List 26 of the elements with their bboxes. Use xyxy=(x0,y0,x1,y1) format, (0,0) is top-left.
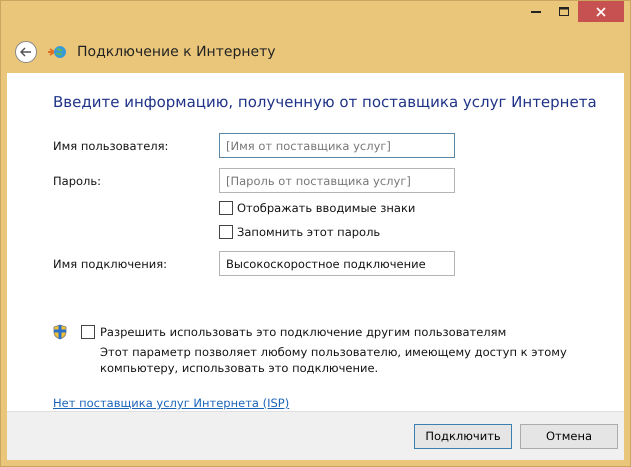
minimize-icon xyxy=(531,10,541,13)
checkbox-label: Отображать вводимые знаки xyxy=(237,201,416,215)
input-field[interactable]: [Пароль от поставщика услуг] xyxy=(219,168,455,193)
checkbox[interactable] xyxy=(219,201,233,215)
checkbox-label: Разрешить использовать это подключение другим пользователям xyxy=(100,325,506,339)
checkbox-label: Запомнить этот пароль xyxy=(237,225,380,239)
back-arrow-icon xyxy=(20,47,32,57)
back-button[interactable] xyxy=(15,41,37,63)
maximize-icon xyxy=(559,7,569,16)
input-field[interactable]: [Имя от поставщика услуг] xyxy=(219,133,455,158)
close-icon xyxy=(596,6,606,16)
option-description: Этот параметр позволяет любому пользователю, имеющему доступ к этому компьютеру, использовать это подключение. xyxy=(100,344,568,376)
dialog-button[interactable]: Отмена xyxy=(520,424,618,448)
shield-icon xyxy=(53,324,67,340)
globe-icon xyxy=(47,44,67,60)
input-field[interactable]: Высокоскоростное подключение xyxy=(219,251,455,276)
instruction-heading: Введите информацию, полученную от поставщика услуг Интернета xyxy=(53,93,598,111)
checkbox[interactable] xyxy=(81,325,95,339)
field-label: Пароль: xyxy=(53,174,102,188)
dialog-button[interactable]: Подключить xyxy=(414,424,512,448)
field-label: Имя подключения: xyxy=(53,256,168,270)
close-button[interactable] xyxy=(578,1,624,22)
field-label: Имя пользователя: xyxy=(53,138,170,152)
checkbox[interactable] xyxy=(219,225,233,239)
window-title: Подключение к Интернету xyxy=(77,44,276,60)
no-isp-link[interactable]: Нет поставщика услуг Интернета (ISP) xyxy=(53,396,290,410)
